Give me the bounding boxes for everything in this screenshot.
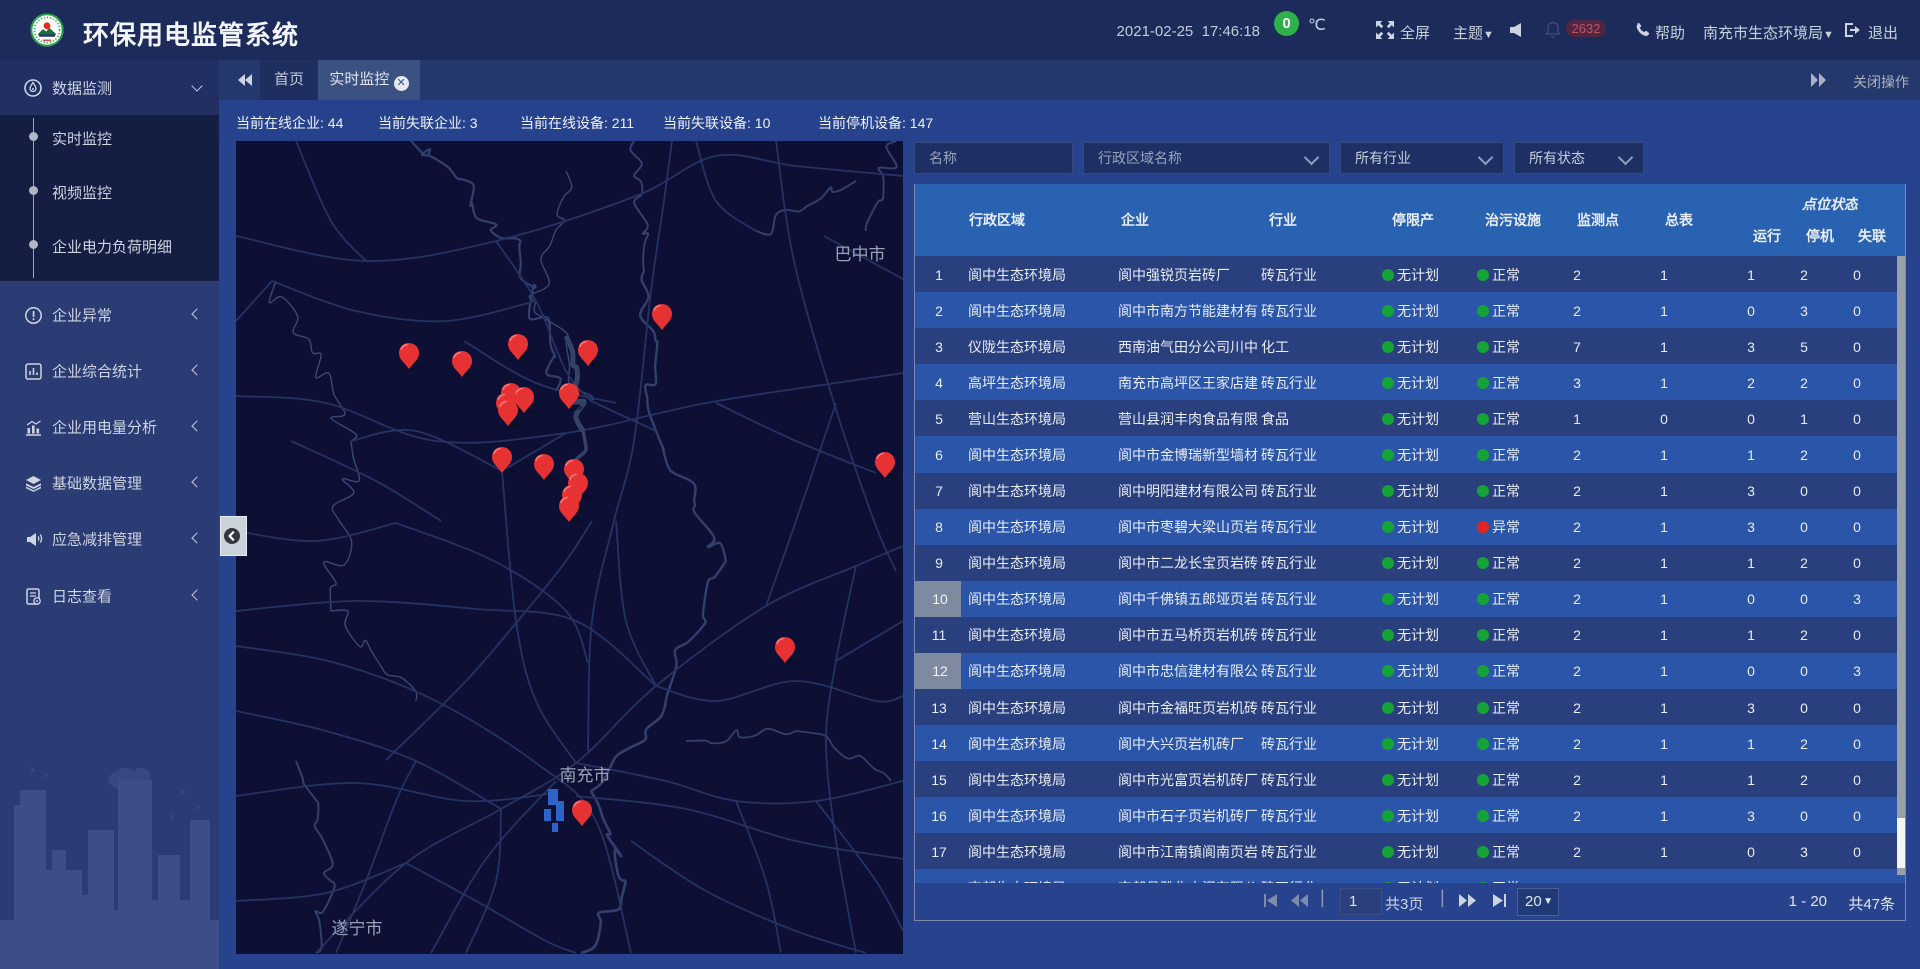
svg-text:巴中市: 巴中市	[835, 245, 886, 264]
svg-text:南充市: 南充市	[560, 766, 611, 785]
svg-text:遂宁市: 遂宁市	[332, 919, 383, 938]
